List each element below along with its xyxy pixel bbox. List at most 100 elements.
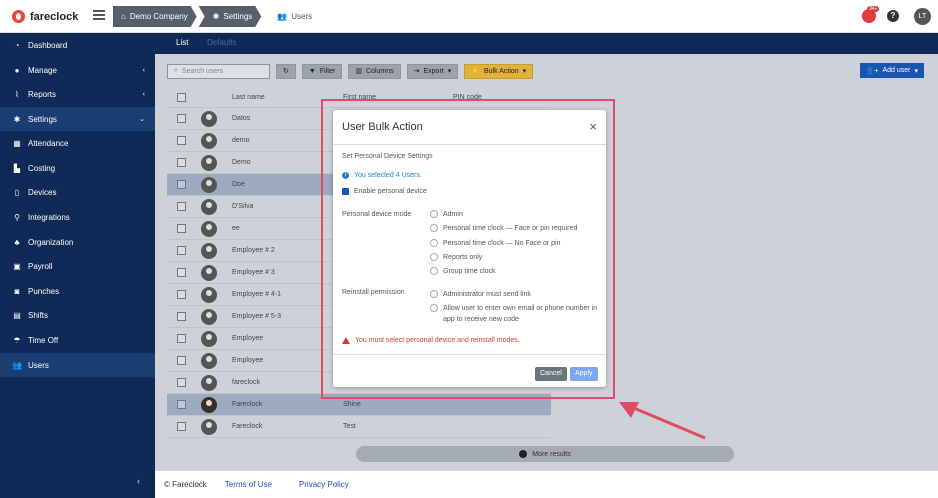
close-icon[interactable]: × <box>589 119 597 134</box>
last-name-cell: Demo <box>232 159 251 166</box>
user-avatar[interactable]: LT <box>914 8 931 25</box>
cancel-button[interactable]: Cancel <box>535 367 567 381</box>
enable-personal-device-checkbox[interactable]: Enable personal device <box>342 188 427 195</box>
sidebar-item-shifts[interactable]: ▤ Shifts <box>0 303 155 327</box>
fareclock-logo-icon <box>12 10 25 23</box>
row-checkbox[interactable] <box>177 114 186 123</box>
punch-icon: ◙ <box>14 286 20 296</box>
sidebar-item-devices[interactable]: ▯ Devices <box>0 180 155 204</box>
payroll-icon: ▣ <box>13 261 21 271</box>
bulk-action-button[interactable]: ⚡ Bulk Action ▾ <box>464 63 534 79</box>
avatar <box>201 374 217 391</box>
last-name-cell: Employee # 4-1 <box>232 291 282 298</box>
gear-icon: ✱ <box>212 12 220 21</box>
sidebar-item-integrations[interactable]: ⚲ Integrations <box>0 205 155 229</box>
row-checkbox[interactable] <box>177 246 186 255</box>
search-input[interactable]: ⌕ Search users <box>167 63 270 79</box>
select-all-checkbox[interactable] <box>177 93 186 102</box>
top-bar: fareclock ⌂ Demo Company ✱ Settings 👥 Users… <box>0 0 938 33</box>
notification-count: 34+ <box>867 6 880 12</box>
avatar <box>201 198 217 215</box>
avatar <box>201 242 217 259</box>
reinstall-radio-self-service[interactable]: Allow user to enter own email or phone n… <box>430 303 598 325</box>
last-name-cell: Employee # 3 <box>232 269 275 276</box>
breadcrumb-company[interactable]: ⌂ Demo Company <box>113 6 197 27</box>
dashboard-icon: ◔ <box>14 40 20 50</box>
terms-link[interactable]: Terms of Use <box>225 480 272 489</box>
avatar <box>201 418 217 435</box>
plug-icon: ⚲ <box>14 212 20 222</box>
tab-bar: List Defaults <box>155 33 938 54</box>
last-name-cell: demo <box>232 137 250 144</box>
breadcrumb-settings[interactable]: ✱ Settings <box>199 6 262 27</box>
mode-radio-admin[interactable]: Admin <box>430 209 463 220</box>
sidebar-item-costing[interactable]: ▙ Costing <box>0 156 155 180</box>
row-checkbox[interactable] <box>177 136 186 145</box>
filter-button[interactable]: ▼ Filter <box>301 63 343 79</box>
mode-radio-face-required[interactable]: Personal time clock — Face or pin requir… <box>430 223 577 234</box>
selection-info: i You selected 4 Users. <box>342 172 422 179</box>
sidebar-item-punches[interactable]: ◙ Punches <box>0 279 155 303</box>
reinstall-radio-admin-link[interactable]: Administrator must send link <box>430 289 531 300</box>
header-last-name[interactable]: Last name <box>232 94 265 101</box>
table-row[interactable]: Fareclock Shine <box>167 394 551 416</box>
avatar <box>201 286 217 303</box>
sidebar-item-time-off[interactable]: ☂ Time Off <box>0 328 155 352</box>
row-checkbox[interactable] <box>177 356 186 365</box>
mode-radio-group[interactable]: Group time clock <box>430 266 496 277</box>
beach-icon: ☂ <box>13 335 21 345</box>
sidebar-item-dashboard[interactable]: ◔ Dashboard <box>0 33 155 57</box>
refresh-icon: ↻ <box>283 68 289 75</box>
row-checkbox[interactable] <box>177 224 186 233</box>
row-checkbox[interactable] <box>177 268 186 277</box>
caret-down-icon: ▾ <box>522 68 527 75</box>
toolbar: ⌕ Search users ↻ ▼ Filter ▥ Columns ⇥ Export… <box>167 63 534 79</box>
mode-radio-reports[interactable]: Reports only <box>430 252 482 263</box>
add-user-button[interactable]: 👤+ Add user ▾ <box>859 63 924 78</box>
sidebar-item-reports[interactable]: ⌇ Reports ‹ <box>0 82 155 106</box>
export-button[interactable]: ⇥ Export ▾ <box>406 63 459 79</box>
tab-defaults[interactable]: Defaults <box>207 38 236 47</box>
sidebar-item-payroll[interactable]: ▣ Payroll <box>0 254 155 278</box>
sidebar-item-attendance[interactable]: ▦ Attendance <box>0 131 155 155</box>
notifications-icon[interactable]: 34+ <box>862 6 880 23</box>
sidebar-collapse-icon[interactable]: ‹ <box>137 476 140 486</box>
help-icon[interactable]: ? <box>887 10 899 22</box>
row-checkbox[interactable] <box>177 180 186 189</box>
table-row[interactable]: Fareclock Test <box>167 416 551 438</box>
refresh-button[interactable]: ↻ <box>276 63 296 79</box>
last-name-cell: Fareclock <box>232 423 263 430</box>
hamburger-menu-icon[interactable] <box>93 10 105 20</box>
tab-list[interactable]: List <box>176 38 188 47</box>
row-checkbox[interactable] <box>177 334 186 343</box>
sidebar-item-users[interactable]: 👥 Users <box>0 353 155 377</box>
search-icon: ⌕ <box>174 67 178 74</box>
row-checkbox[interactable] <box>177 378 186 387</box>
privacy-link[interactable]: Privacy Policy <box>299 480 349 489</box>
radio-icon <box>430 290 438 298</box>
more-results-button[interactable]: More results <box>356 446 734 462</box>
app-logo[interactable]: fareclock <box>12 10 78 23</box>
breadcrumb: ⌂ Demo Company ✱ Settings 👥 Users <box>113 6 323 27</box>
sidebar-item-organization[interactable]: ♣ Organization <box>0 230 155 254</box>
columns-button[interactable]: ▥ Columns <box>348 63 401 79</box>
org-icon: ♣ <box>14 237 20 247</box>
row-checkbox[interactable] <box>177 400 186 409</box>
last-name-cell: Employee # 5-3 <box>232 313 282 320</box>
apply-button[interactable]: Apply <box>570 367 598 381</box>
row-checkbox[interactable] <box>177 158 186 167</box>
sidebar-item-settings[interactable]: ✱ Settings ⌄ <box>0 107 155 131</box>
last-name-cell: Doe <box>232 181 245 188</box>
reinstall-label: Reinstall permission <box>342 289 405 296</box>
row-checkbox[interactable] <box>177 312 186 321</box>
header-first-name[interactable]: First name <box>343 94 376 101</box>
row-checkbox[interactable] <box>177 422 186 431</box>
row-checkbox[interactable] <box>177 202 186 211</box>
sidebar-item-manage[interactable]: ● Manage ‹ <box>0 58 155 82</box>
users-icon: 👥 <box>277 12 288 21</box>
mode-radio-no-face[interactable]: Personal time clock — No Face or pin <box>430 238 561 249</box>
first-name-cell: Shine <box>343 401 361 408</box>
row-checkbox[interactable] <box>177 290 186 299</box>
header-pin[interactable]: PIN code <box>453 94 482 101</box>
radio-icon <box>430 267 438 275</box>
